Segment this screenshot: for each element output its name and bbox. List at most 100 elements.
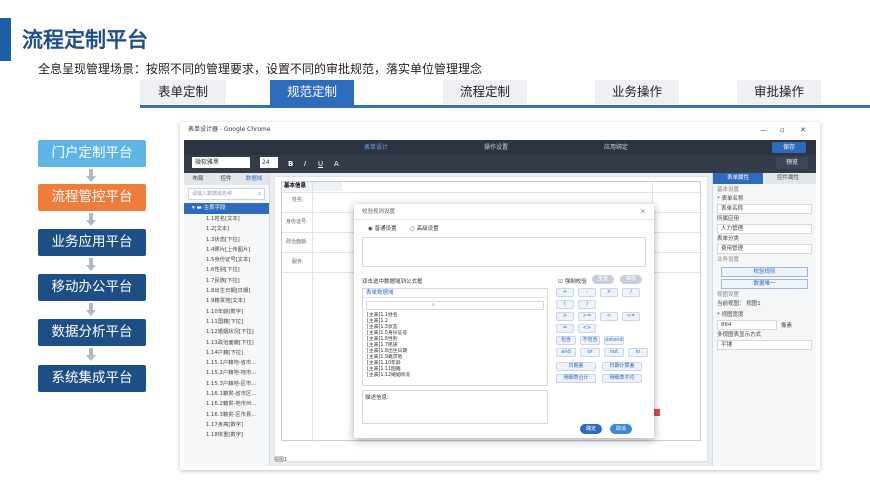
operator-button[interactable]: /: [622, 288, 640, 297]
italic-icon[interactable]: I: [304, 155, 306, 173]
operator-button[interactable]: ×: [600, 288, 618, 297]
operator-button[interactable]: >: [556, 312, 574, 321]
tree-item[interactable]: 1.3状态[下拉]: [184, 235, 269, 245]
radio-advanced-setting[interactable]: ○ 高级设置: [410, 224, 439, 232]
validation-rules-button[interactable]: 校验规则: [721, 267, 808, 277]
search-icon[interactable]: ⌕: [432, 302, 435, 308]
step-form-design[interactable]: 表单设计: [364, 140, 388, 155]
layout-mode-select[interactable]: 平铺: [717, 340, 812, 350]
tree-item[interactable]: 1.16.1籍贯-省市区...: [184, 389, 269, 399]
operator-button[interactable]: <: [600, 312, 618, 321]
tree-item[interactable]: 1.2[文本]: [184, 224, 269, 234]
ok-button[interactable]: 确定: [580, 424, 602, 434]
bold-icon[interactable]: B: [288, 155, 293, 173]
description-box[interactable]: 描述信息:: [362, 390, 548, 424]
delete-row-icon[interactable]: [653, 409, 660, 416]
dialog-close-icon[interactable]: ✕: [639, 204, 646, 220]
tree-item[interactable]: 1.15.1户籍地-省市...: [184, 358, 269, 368]
tree-item[interactable]: 1.15.2户籍地-地市...: [184, 368, 269, 378]
tab-data-domain[interactable]: 数据域: [240, 173, 268, 185]
field-search-input[interactable]: 请输入数据域名称 ⌕: [188, 188, 265, 200]
tree-item[interactable]: 1.18体重[数字]: [184, 430, 269, 440]
mobile-office-platform-button[interactable]: 移动办公平台: [38, 274, 146, 301]
tab-approval-op[interactable]: 审批操作: [737, 80, 821, 104]
font-select[interactable]: 微软雅黑: [192, 157, 250, 168]
data-unique-button[interactable]: 数据唯一: [721, 279, 808, 289]
tab-form-props[interactable]: 表单属性: [713, 173, 763, 184]
formula-textarea[interactable]: [362, 237, 646, 267]
operator-button[interactable]: =: [556, 324, 574, 333]
tree-item[interactable]: 1.16.2籍贯-地市州...: [184, 399, 269, 409]
tree-item[interactable]: 1.1姓名[文本]: [184, 214, 269, 224]
business-app-platform-button[interactable]: 业务应用平台: [38, 229, 146, 256]
operator-button[interactable]: <=: [622, 312, 640, 321]
operator-button[interactable]: extend: [604, 336, 624, 345]
minimize-icon[interactable]: —: [760, 122, 767, 138]
operator-button[interactable]: 日期计算差: [602, 362, 642, 371]
operator-button[interactable]: -: [578, 288, 596, 297]
tab-flow-custom[interactable]: 流程定制: [443, 80, 527, 104]
tree-item[interactable]: 1.11国籍[下拉]: [184, 317, 269, 327]
operator-button[interactable]: 明细表平均: [602, 374, 642, 383]
operator-button[interactable]: (: [556, 300, 574, 309]
font-color-icon[interactable]: A: [334, 155, 339, 173]
step-app-binding[interactable]: 应用绑定: [604, 140, 628, 155]
tab-rule-custom[interactable]: 规范定制: [270, 80, 354, 107]
tab-control-props[interactable]: 控件属性: [763, 173, 813, 184]
cancel-button[interactable]: 取消: [610, 424, 632, 434]
operator-button[interactable]: not: [604, 348, 624, 357]
preview-button[interactable]: 预览: [776, 157, 808, 169]
tree-item[interactable]: 1.17身高[数字]: [184, 420, 269, 430]
view-width-field[interactable]: 864: [717, 320, 777, 330]
close-icon[interactable]: ✕: [800, 122, 806, 138]
tab-controls[interactable]: 控件: [212, 173, 240, 185]
form-name-field[interactable]: 表单名称: [717, 204, 812, 214]
verify-button[interactable]: 审核: [620, 275, 642, 284]
tree-item[interactable]: 1.16.3籍贯-区市县...: [184, 410, 269, 420]
restore-icon[interactable]: ▫: [780, 122, 785, 138]
underline-icon[interactable]: U: [318, 155, 323, 173]
field-list-item[interactable]: [主表]1.12婚姻状况: [363, 373, 547, 379]
tree-item[interactable]: 1.10年龄[数字]: [184, 307, 269, 317]
operator-button[interactable]: +: [556, 288, 574, 297]
operator-button[interactable]: <>: [578, 324, 596, 333]
operator-button[interactable]: 明细表合计: [556, 374, 596, 383]
operator-button[interactable]: 不包含: [580, 336, 600, 345]
tree-item[interactable]: 1.8出生日期[日期]: [184, 286, 269, 296]
tab-form-custom[interactable]: 表单定制: [140, 80, 226, 104]
tab-layout[interactable]: 布局: [184, 173, 212, 185]
font-size-select[interactable]: 24: [260, 157, 278, 168]
tree-root-main-fields[interactable]: ▾ ▬ 主表字段: [184, 203, 269, 214]
category-select[interactable]: 费用管理: [717, 244, 812, 254]
operator-button[interactable]: and: [556, 348, 576, 357]
tree-item[interactable]: 1.5身份证号[文本]: [184, 255, 269, 265]
tree-item[interactable]: 1.7民族[下拉]: [184, 276, 269, 286]
portal-platform-button[interactable]: 门户定制平台: [38, 140, 146, 167]
save-button[interactable]: 保存: [772, 142, 806, 153]
force-check-checkbox[interactable]: ☑ 强制校验: [558, 277, 587, 285]
tree-item[interactable]: 1.4照片[上传图片]: [184, 245, 269, 255]
step-operation-setting[interactable]: 操作设置: [484, 140, 508, 155]
operator-button[interactable]: >=: [578, 312, 596, 321]
radio-normal-setting[interactable]: ◉ 普通设置: [368, 224, 397, 232]
operator-button[interactable]: ): [578, 300, 596, 309]
tree-item[interactable]: 1.12婚姻状况[下拉]: [184, 327, 269, 337]
app-field[interactable]: 人力管理: [717, 224, 812, 234]
tree-item[interactable]: 1.6性别[下拉]: [184, 265, 269, 275]
operator-button[interactable]: in: [628, 348, 648, 357]
field-list-search[interactable]: ⌕: [366, 301, 544, 310]
tree-item[interactable]: 1.13政治面貌[下拉]: [184, 338, 269, 348]
tree-item[interactable]: 1.14户籍[下拉]: [184, 348, 269, 358]
operator-button[interactable]: or: [580, 348, 600, 357]
tab-business-op[interactable]: 业务操作: [595, 80, 679, 104]
flow-control-platform-button[interactable]: 流程管控平台: [38, 184, 146, 211]
view-tab-footer[interactable]: 视图1: [274, 456, 287, 463]
data-analysis-platform-button[interactable]: 数据分析平台: [38, 319, 146, 346]
tree-item[interactable]: 1.15.3户籍地-区市...: [184, 379, 269, 389]
operator-button[interactable]: 日期差: [556, 362, 596, 371]
reset-button[interactable]: 重置: [592, 275, 614, 284]
system-integration-platform-button[interactable]: 系统集成平台: [38, 365, 146, 392]
operator-button[interactable]: 包含: [556, 336, 576, 345]
search-icon[interactable]: ⌕: [258, 189, 261, 199]
tree-item[interactable]: 1.9籍贯地[文本]: [184, 296, 269, 306]
